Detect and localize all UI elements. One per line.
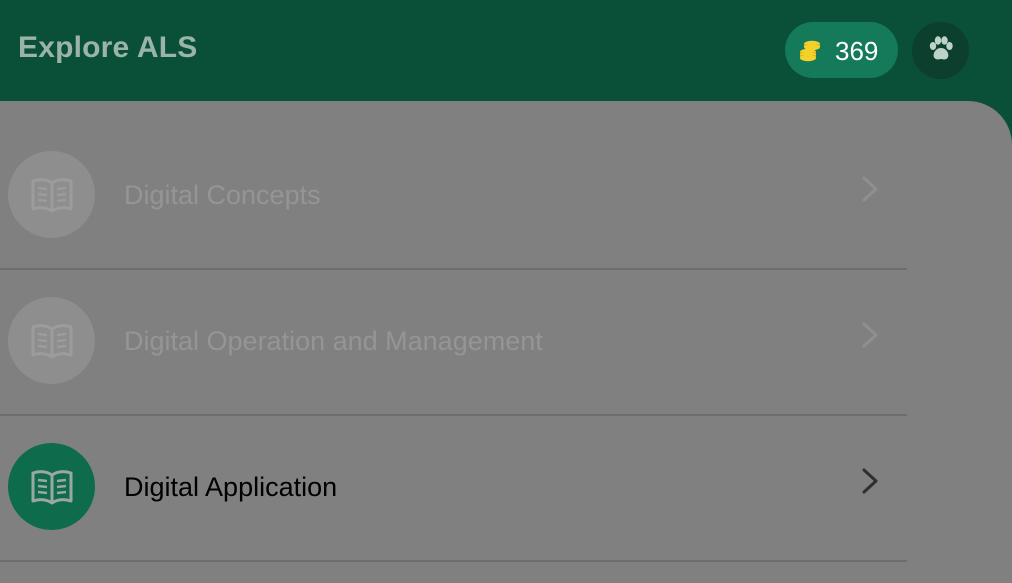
paw-icon	[929, 36, 953, 60]
open-book-icon	[31, 470, 73, 505]
list-item[interactable]: Digital Application	[0, 414, 907, 562]
coin-balance-button[interactable]: 369	[785, 22, 898, 78]
chevron-right-icon	[862, 176, 878, 202]
list-item[interactable]: Digital Operation and Management	[0, 268, 907, 416]
chevron-right-icon	[862, 322, 878, 348]
open-book-icon	[31, 324, 73, 359]
app-header: Explore ALS 369	[0, 0, 1012, 101]
chevron-right-icon	[862, 468, 878, 494]
module-label: Digital Concepts	[124, 180, 321, 210]
list-item[interactable]: Digital Concepts	[0, 122, 907, 270]
module-label: Digital Operation and Management	[124, 326, 543, 356]
pet-button[interactable]	[912, 22, 969, 79]
module-label: Digital Application	[124, 472, 338, 502]
module-icon-badge	[8, 151, 95, 238]
coin-stack-icon	[800, 40, 820, 62]
coin-count: 369	[835, 36, 879, 66]
module-icon-badge	[8, 297, 95, 384]
module-icon-badge	[8, 443, 95, 530]
page-title: Explore ALS	[18, 31, 198, 64]
open-book-icon	[31, 178, 73, 213]
module-list: Digital Concepts Digital Operation and M…	[0, 101, 1012, 583]
